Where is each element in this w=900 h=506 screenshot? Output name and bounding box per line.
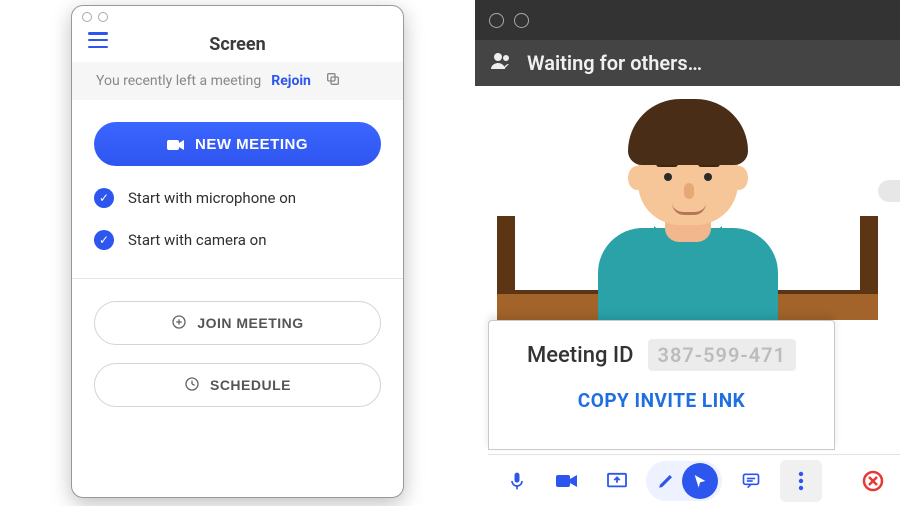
camera-button[interactable] bbox=[546, 460, 588, 502]
window-min-dot[interactable] bbox=[514, 13, 529, 28]
waiting-banner: Waiting for others… bbox=[475, 40, 900, 86]
annotate-toolgroup bbox=[646, 461, 722, 501]
side-tab[interactable] bbox=[878, 180, 900, 202]
header: Screen bbox=[72, 26, 403, 62]
share-screen-button[interactable] bbox=[596, 460, 638, 502]
waiting-text: Waiting for others… bbox=[527, 51, 702, 75]
chat-button[interactable] bbox=[730, 460, 772, 502]
clock-icon bbox=[184, 376, 200, 395]
join-meeting-button[interactable]: JOIN MEETING bbox=[94, 301, 381, 345]
app-window-screen: Screen You recently left a meeting Rejoi… bbox=[71, 5, 404, 498]
cursor-button[interactable] bbox=[682, 463, 718, 499]
copy-icon[interactable] bbox=[325, 71, 341, 91]
checkbox-cam[interactable]: ✓ bbox=[94, 230, 114, 250]
window-controls bbox=[72, 6, 403, 26]
video-area bbox=[475, 86, 900, 320]
meeting-id-panel: Meeting ID 387-599-471 COPY INVITE LINK bbox=[488, 320, 835, 450]
copy-invite-link[interactable]: COPY INVITE LINK bbox=[489, 389, 834, 412]
pen-button[interactable] bbox=[650, 472, 682, 490]
meeting-toolbar bbox=[488, 454, 900, 506]
option-cam-label: Start with camera on bbox=[128, 231, 267, 249]
rejoin-banner: You recently left a meeting Rejoin bbox=[72, 62, 403, 100]
avatar bbox=[568, 90, 808, 320]
content: NEW MEETING ✓ Start with microphone on ✓… bbox=[72, 100, 403, 497]
checkbox-mic[interactable]: ✓ bbox=[94, 188, 114, 208]
app-title: Screen bbox=[209, 34, 265, 55]
option-mic: ✓ Start with microphone on bbox=[94, 188, 381, 208]
join-meeting-label: JOIN MEETING bbox=[197, 315, 303, 331]
option-mic-label: Start with microphone on bbox=[128, 189, 296, 207]
window-close-dot[interactable] bbox=[489, 13, 504, 28]
banner-text: You recently left a meeting bbox=[96, 73, 261, 89]
meeting-id-label: Meeting ID bbox=[527, 343, 634, 368]
new-meeting-label: NEW MEETING bbox=[195, 136, 308, 153]
divider bbox=[72, 278, 403, 279]
rejoin-link[interactable]: Rejoin bbox=[271, 73, 311, 89]
window-min-dot[interactable] bbox=[98, 12, 108, 22]
more-button[interactable] bbox=[780, 460, 822, 502]
window-close-dot[interactable] bbox=[82, 12, 92, 22]
schedule-label: SCHEDULE bbox=[210, 377, 291, 393]
plus-icon bbox=[171, 314, 187, 333]
menu-icon[interactable] bbox=[88, 32, 108, 48]
option-cam: ✓ Start with camera on bbox=[94, 230, 381, 250]
leave-button[interactable] bbox=[852, 460, 894, 502]
people-icon bbox=[489, 49, 513, 78]
new-meeting-button[interactable]: NEW MEETING bbox=[94, 122, 381, 166]
schedule-button[interactable]: SCHEDULE bbox=[94, 363, 381, 407]
titlebar bbox=[475, 0, 900, 40]
meeting-id-value: 387-599-471 bbox=[648, 339, 797, 371]
mic-button[interactable] bbox=[496, 460, 538, 502]
camera-icon bbox=[167, 138, 185, 150]
